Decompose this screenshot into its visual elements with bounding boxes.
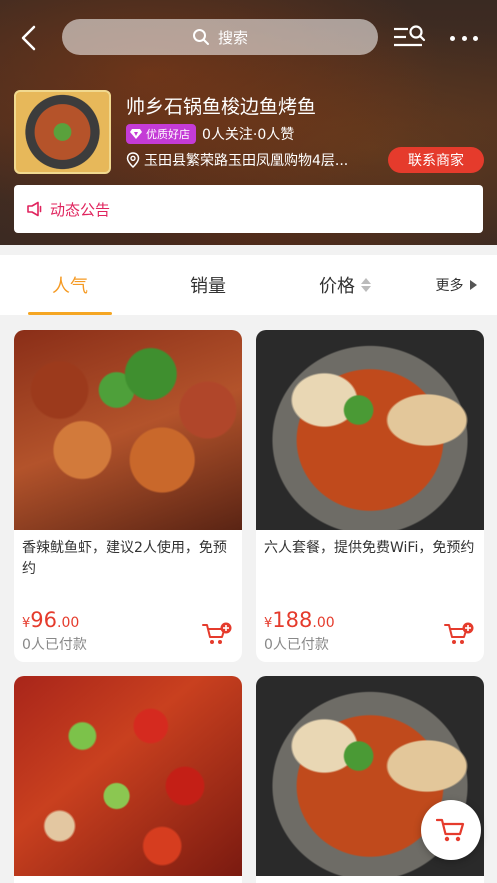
quality-badge-label: 优质好店 [146, 128, 190, 141]
tab-popular[interactable]: 人气 [28, 255, 112, 315]
tab-popular-label: 人气 [52, 276, 88, 297]
price-currency: ¥ [22, 616, 31, 631]
active-tab-indicator [28, 312, 112, 315]
product-title: 六人套餐，提供免费WiFi，免预约 [264, 540, 475, 556]
location-icon [126, 152, 140, 168]
sort-tabs: 人气 销量 价格 更多 [0, 255, 497, 315]
price-currency: ¥ [264, 616, 273, 631]
category-search-button[interactable] [392, 24, 426, 52]
more-button[interactable] [446, 24, 482, 52]
cart-icon [436, 818, 465, 842]
product-card[interactable]: 六人套餐，提供免费WiFi，免预约 ¥ 188 .00 0人已付款 [256, 330, 484, 662]
shop-name: 帅乡石锅鱼梭边鱼烤鱼 [126, 96, 317, 118]
quality-badge: 优质好店 [126, 124, 196, 144]
caret-right-icon [469, 280, 477, 290]
tab-more-label: 更多 [435, 278, 464, 294]
product-image [14, 330, 242, 530]
sort-arrows-icon [361, 278, 371, 292]
announcement-label: 动态公告 [50, 200, 111, 219]
price-decimal: .00 [312, 615, 335, 631]
tab-price-label: 价格 [319, 276, 355, 297]
price-integer: 96 [30, 608, 58, 632]
shop-header: 搜索 帅乡石锅鱼梭边鱼烤鱼 优质好店 0人关注·0人赞 玉田县繁荣路玉田凤凰购物… [0, 0, 497, 245]
paid-count: 0人已付款 [22, 637, 87, 653]
diamond-icon [130, 129, 142, 139]
tab-price[interactable]: 价格 [300, 255, 390, 315]
product-price: ¥ 188 .00 [264, 608, 335, 632]
list-search-icon [394, 25, 426, 47]
back-icon [21, 25, 36, 51]
product-title: 香辣鱿鱼虾，建议2人使用，免预约 [22, 540, 227, 577]
back-button[interactable] [16, 24, 44, 52]
price-integer: 188 [272, 608, 313, 632]
product-card[interactable] [14, 676, 242, 883]
more-icon [450, 35, 455, 41]
shop-avatar [14, 90, 111, 174]
search-placeholder: 搜索 [217, 28, 248, 47]
more-icon-dot [473, 35, 478, 41]
price-decimal: .00 [57, 615, 80, 631]
tab-more[interactable]: 更多 [426, 255, 486, 315]
product-image [256, 330, 484, 530]
add-to-cart-icon[interactable] [444, 622, 474, 646]
product-card[interactable]: 香辣鱿鱼虾，建议2人使用，免预约 ¥ 96 .00 0人已付款 [14, 330, 242, 662]
search-input[interactable]: 搜索 [62, 19, 378, 55]
more-icon-dot [461, 35, 467, 41]
shop-address-text: 玉田县繁荣路玉田凤凰购物4层... [144, 153, 349, 169]
shop-badge-row: 优质好店 0人关注·0人赞 [126, 124, 294, 144]
contact-merchant-button[interactable]: 联系商家 [388, 147, 484, 173]
product-image [14, 676, 242, 876]
tab-sales[interactable]: 销量 [168, 255, 248, 315]
paid-count: 0人已付款 [264, 637, 329, 653]
shop-address[interactable]: 玉田县繁荣路玉田凤凰购物4层... [126, 150, 386, 170]
top-bar: 搜索 [0, 18, 497, 58]
shop-stats: 0人关注·0人赞 [202, 127, 295, 143]
search-icon [192, 29, 209, 45]
add-to-cart-icon[interactable] [202, 622, 232, 646]
product-price: ¥ 96 .00 [22, 608, 79, 632]
tab-sales-label: 销量 [190, 276, 226, 297]
announcement-card[interactable]: 动态公告 [14, 185, 483, 233]
floating-cart-button[interactable] [421, 800, 481, 860]
megaphone-icon [27, 201, 42, 217]
